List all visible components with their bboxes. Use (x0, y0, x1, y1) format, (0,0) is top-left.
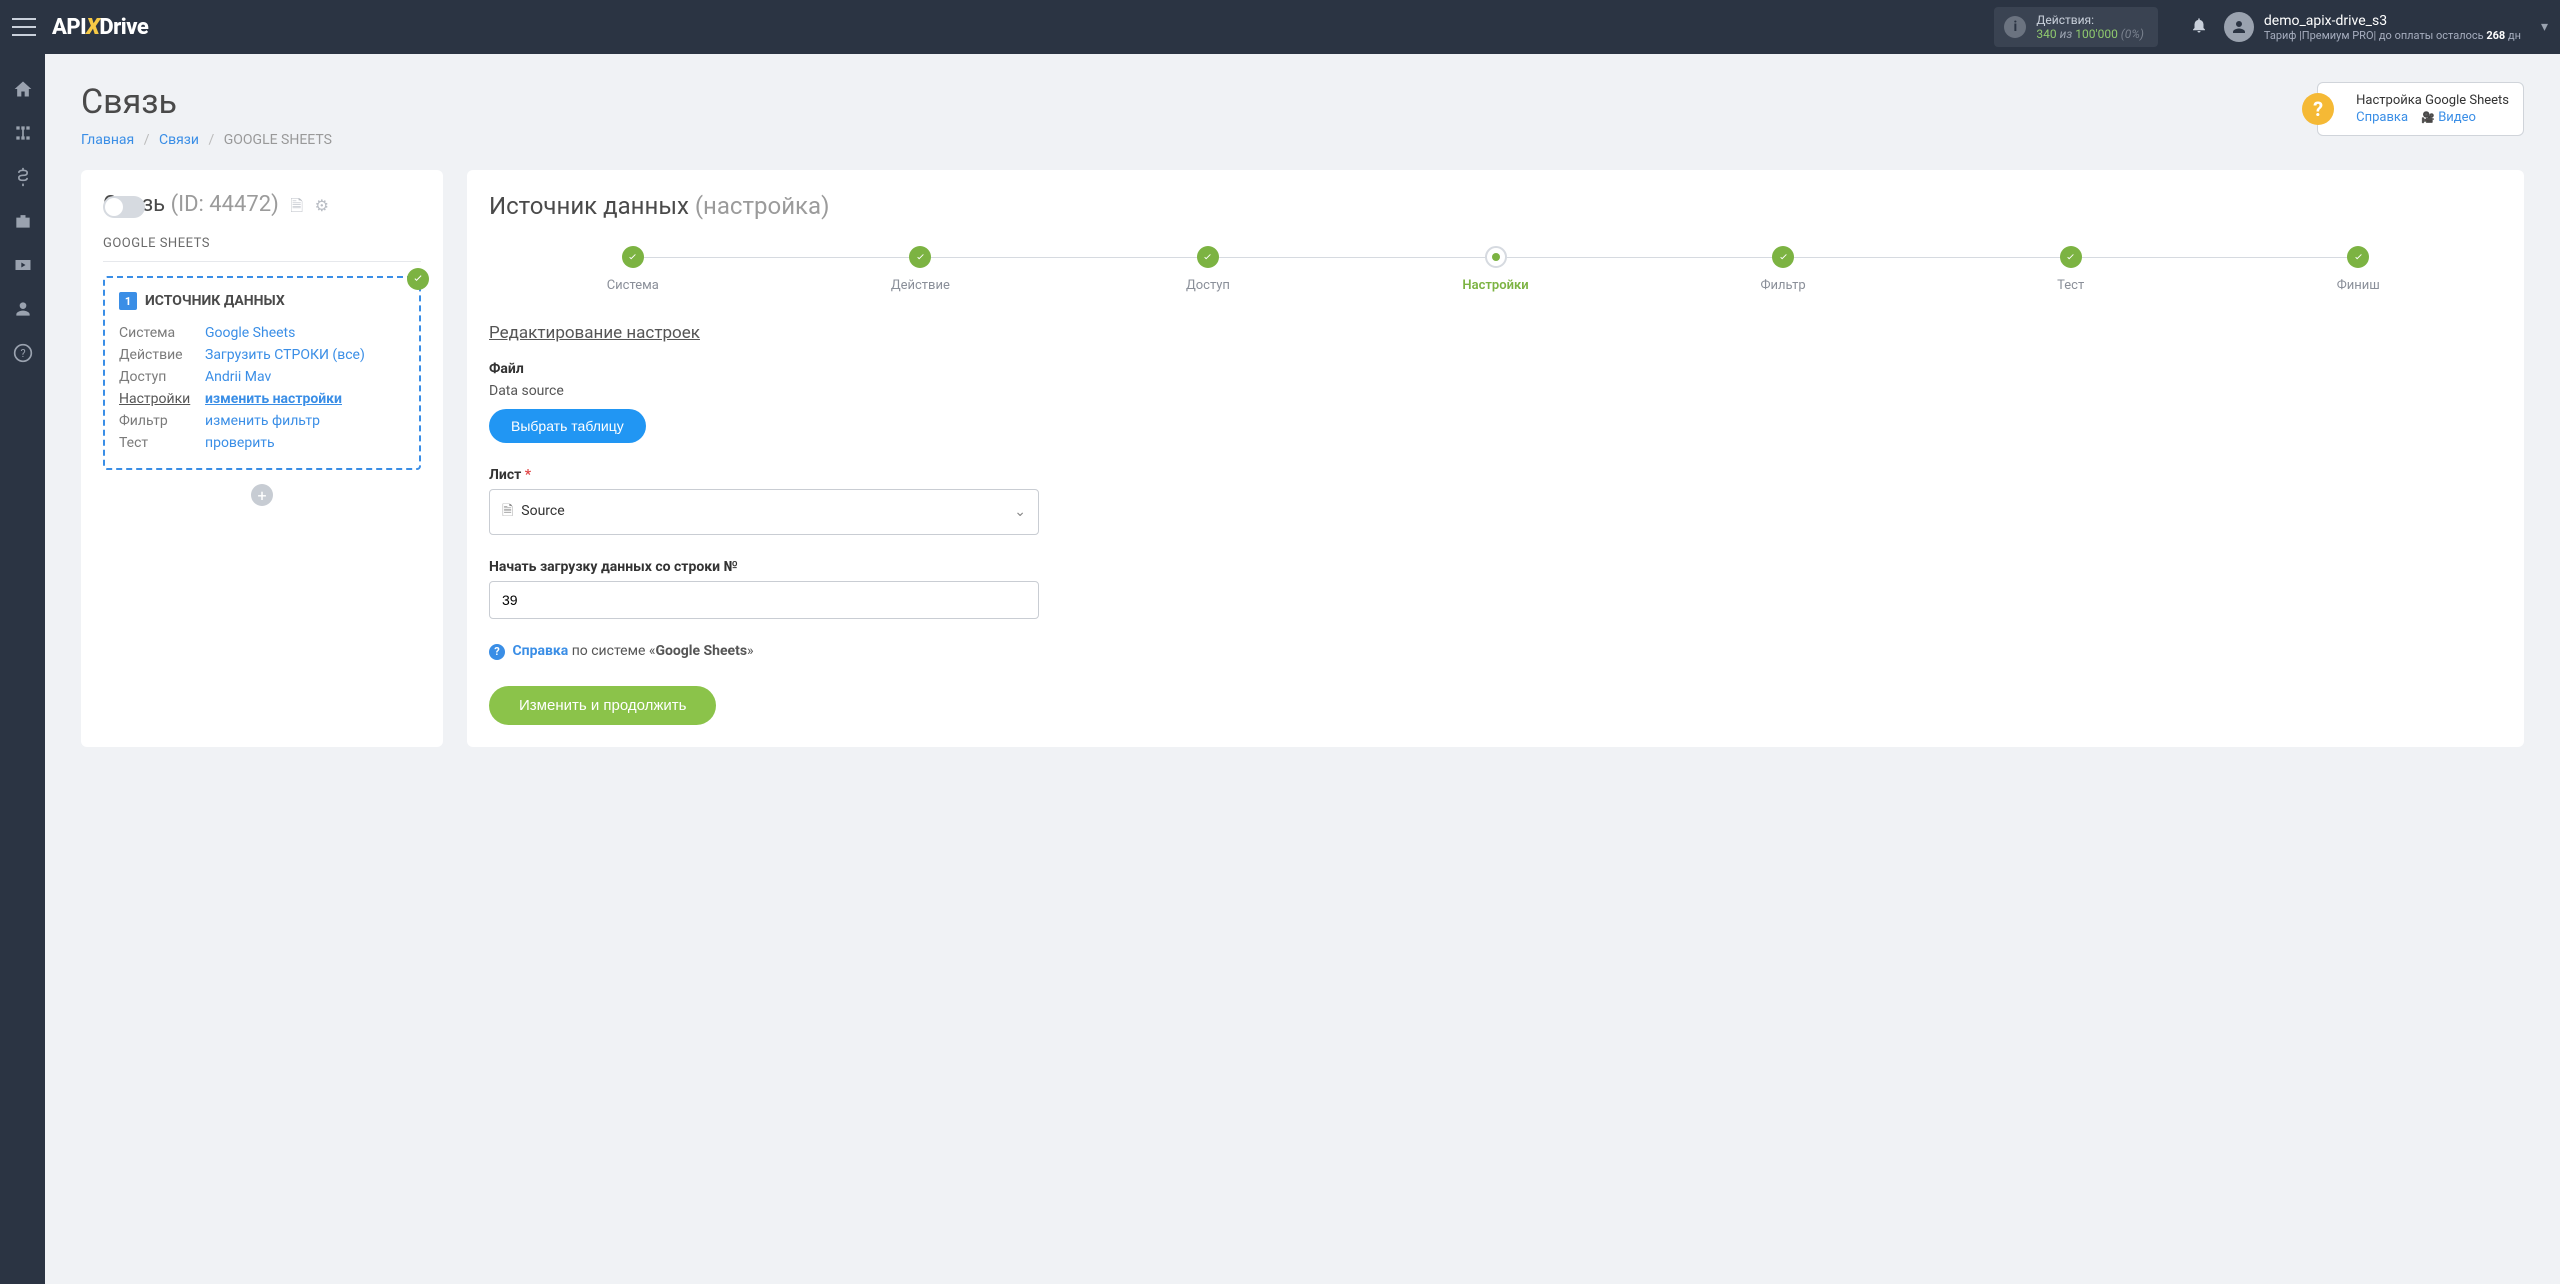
logo[interactable]: APIXDrive (52, 15, 148, 40)
help-link-reference[interactable]: Справка (2356, 110, 2408, 125)
question-icon: ? (2302, 93, 2334, 125)
submit-button[interactable]: Изменить и продолжить (489, 686, 716, 725)
row-label: Начать загрузку данных со строки № (489, 559, 2502, 575)
kv-system[interactable]: СистемаGoogle Sheets (119, 322, 405, 344)
breadcrumb-links[interactable]: Связи (159, 132, 199, 148)
video-icon: 🎥 (2421, 111, 2435, 124)
side-rail: ? (0, 54, 45, 1284)
select-table-button[interactable]: Выбрать таблицу (489, 409, 646, 443)
avatar-icon (2224, 12, 2254, 42)
user-plan: Тариф |Премиум PRO| до оплаты осталось 2… (2264, 29, 2521, 42)
stepper: Система Действие Доступ Настройки Фильтр… (489, 246, 2502, 293)
notifications-button[interactable] (2190, 16, 2208, 39)
user-menu[interactable]: demo_apix-drive_s3 Тариф |Премиум PRO| д… (2224, 12, 2521, 42)
step-access[interactable]: Доступ (1064, 246, 1352, 293)
settings-card: Источник данных (настройка) Система Дейс… (467, 170, 2524, 747)
step-action[interactable]: Действие (777, 246, 1065, 293)
kv-access[interactable]: ДоступAndrii Mav (119, 366, 405, 388)
step-test[interactable]: Тест (1927, 246, 2215, 293)
system-help-link: ? Справка по системе «Google Sheets» (489, 643, 2502, 660)
step-system[interactable]: Система (489, 246, 777, 293)
step-settings[interactable]: Настройки (1352, 246, 1640, 293)
help-icon: ? (489, 644, 505, 660)
menu-toggle-button[interactable] (12, 18, 36, 36)
file-label: Файл (489, 361, 2502, 377)
kv-settings[interactable]: Настройкиизменить настройки (119, 388, 405, 410)
step-number-badge: 1 (119, 292, 137, 310)
breadcrumb-home[interactable]: Главная (81, 132, 134, 148)
chevron-down-icon: ⌄ (1014, 504, 1026, 520)
breadcrumb: Главная / Связи / GOOGLE SHEETS (81, 132, 2524, 148)
chevron-down-icon[interactable]: ▾ (2541, 19, 2548, 35)
rail-help[interactable]: ? (12, 342, 34, 364)
user-name: demo_apix-drive_s3 (2264, 13, 2521, 29)
settings-title: Источник данных (настройка) (489, 192, 2502, 220)
help-title: Настройка Google Sheets (2356, 93, 2509, 108)
file-icon: 🗎 (502, 503, 513, 519)
kv-action[interactable]: ДействиеЗагрузить СТРОКИ (все) (119, 344, 405, 366)
section-title: Редактирование настроек (489, 323, 2502, 343)
main-content: ? Настройка Google Sheets Справка 🎥 Виде… (45, 54, 2560, 1284)
step-finish[interactable]: Финиш (2214, 246, 2502, 293)
sheet-label: Лист * (489, 467, 2502, 483)
source-title: ИСТОЧНИК ДАННЫХ (145, 293, 285, 309)
rail-billing[interactable] (12, 166, 34, 188)
file-value: Data source (489, 383, 2502, 399)
help-panel: ? Настройка Google Sheets Справка 🎥 Виде… (2317, 82, 2524, 136)
start-row-input[interactable] (489, 581, 1039, 619)
rail-briefcase[interactable] (12, 210, 34, 232)
svg-text:?: ? (20, 347, 25, 360)
rail-home[interactable] (12, 78, 34, 100)
actions-label: Действия: (2036, 13, 2144, 27)
connection-card: Связь (ID: 44472) 🗎 ⚙ GOOGLE SHEETS 1 ИС… (81, 170, 443, 747)
step-filter[interactable]: Фильтр (1639, 246, 1927, 293)
rail-connections[interactable] (12, 122, 34, 144)
sheet-select[interactable]: 🗎Source ⌄ (489, 489, 1039, 535)
page-title: Связь (81, 82, 2524, 122)
source-box: 1 ИСТОЧНИК ДАННЫХ СистемаGoogle Sheets Д… (103, 276, 421, 470)
topbar: APIXDrive i Действия: 340 из 100'000 (0%… (0, 0, 2560, 54)
rail-profile[interactable] (12, 298, 34, 320)
breadcrumb-current: GOOGLE SHEETS (224, 132, 332, 148)
document-icon[interactable]: 🗎 (290, 196, 303, 215)
help-link-video[interactable]: 🎥 Видео (2421, 110, 2476, 125)
check-icon (407, 268, 429, 290)
kv-filter[interactable]: Фильтризменить фильтр (119, 410, 405, 432)
kv-test[interactable]: Тестпроверить (119, 432, 405, 454)
gear-icon[interactable]: ⚙ (315, 196, 329, 215)
help-reference-link[interactable]: Справка (512, 643, 568, 659)
actions-counter[interactable]: i Действия: 340 из 100'000 (0%) (1994, 7, 2158, 47)
rail-video[interactable] (12, 254, 34, 276)
enable-toggle[interactable] (103, 196, 145, 218)
logo-x-icon: X (86, 15, 99, 40)
info-icon: i (2004, 16, 2026, 38)
add-step-button[interactable]: + (251, 484, 273, 506)
connection-subtitle: GOOGLE SHEETS (103, 236, 421, 262)
